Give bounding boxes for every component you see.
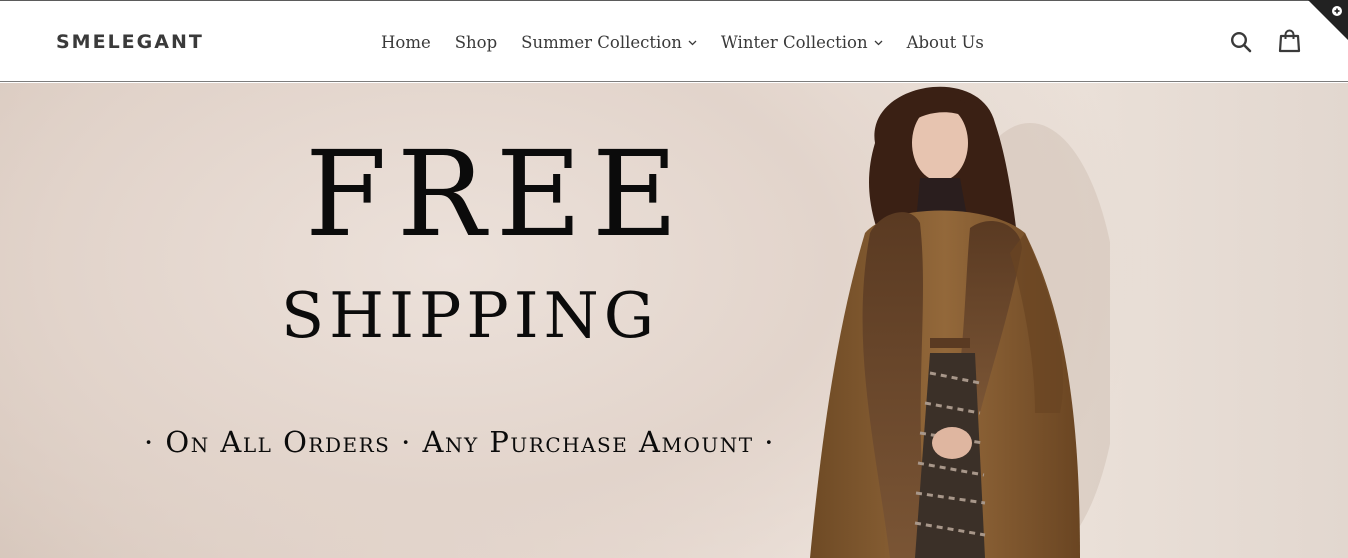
nav-winter-collection[interactable]: Winter Collection xyxy=(721,33,883,52)
nav-home[interactable]: Home xyxy=(381,33,431,52)
cart-button[interactable] xyxy=(1278,29,1301,53)
nav-summer-collection-label: Summer Collection xyxy=(521,32,682,52)
corner-badge[interactable] xyxy=(1308,0,1348,40)
site-header: SMELEGANT Home Shop Summer Collection Wi… xyxy=(0,1,1348,82)
search-button[interactable] xyxy=(1230,31,1253,54)
model-photo xyxy=(810,86,1110,558)
nav-about-us-label: About Us xyxy=(906,32,984,52)
hero-title: FREE xyxy=(305,125,688,263)
shopping-bag-icon xyxy=(1278,29,1301,53)
plus-circle-icon xyxy=(1308,0,1348,40)
search-icon xyxy=(1230,31,1252,53)
site-logo[interactable]: SMELEGANT xyxy=(56,31,204,53)
nav-winter-collection-label: Winter Collection xyxy=(720,32,868,52)
nav-shop-label: Shop xyxy=(454,32,498,52)
nav-about-us[interactable]: About Us xyxy=(907,33,984,52)
chevron-down-icon xyxy=(688,40,697,46)
main-nav: Home Shop Summer Collection Winter Colle… xyxy=(381,30,984,54)
hero-subtitle: SHIPPING xyxy=(281,279,660,352)
nav-home-label: Home xyxy=(381,32,431,52)
hero-tagline: · On All Orders · Any Purchase Amount · xyxy=(144,425,775,459)
hero-banner[interactable]: FREE SHIPPING · On All Orders · Any Purc… xyxy=(0,83,1348,558)
chevron-down-icon xyxy=(874,40,883,46)
nav-summer-collection[interactable]: Summer Collection xyxy=(521,33,697,52)
nav-shop[interactable]: Shop xyxy=(455,33,497,52)
